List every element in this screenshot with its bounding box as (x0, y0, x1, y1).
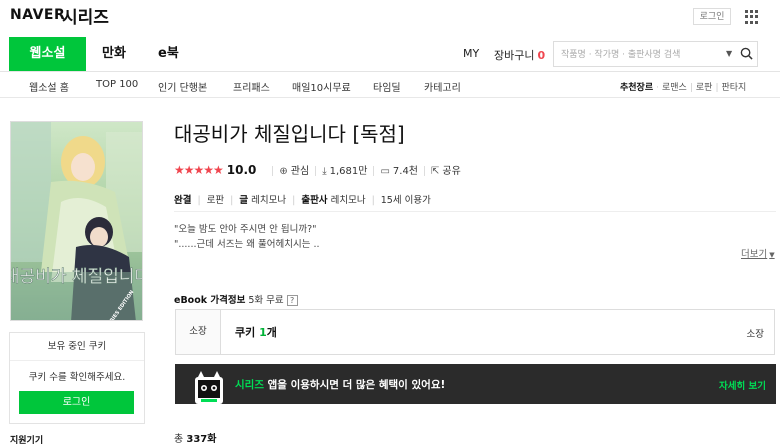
synopsis-line: "오늘 밤도 안아 주시면 안 됩니까?" (174, 224, 317, 235)
recommend-title: 추천장르 (620, 83, 654, 93)
free-episodes: 5화 무료 (248, 295, 284, 306)
synopsis-line: "......근데 서즈는 왜 풀어헤치시는 .. (174, 239, 320, 250)
search-box: ▼ (553, 41, 758, 67)
supported-devices-label: 지원기기 (10, 436, 44, 446)
recommend-romance[interactable]: 로맨스 (662, 83, 687, 93)
top-bar: NAVER 시리즈 로그인 (0, 0, 780, 34)
search-input[interactable] (561, 47, 721, 63)
my-link[interactable]: MY (463, 47, 479, 60)
cover-title-text: 대공비가 체질입니다 (11, 267, 143, 288)
download-icon: ⤓ (322, 166, 327, 177)
cookie-login-button[interactable]: 로그인 (19, 391, 134, 414)
search-icon[interactable] (740, 47, 753, 60)
recommend-fantasy[interactable]: 판타지 (722, 83, 747, 93)
cookie-message: 쿠키 수를 확인해주세요. (28, 372, 126, 383)
rating-stars: ★★★★★ (174, 163, 224, 177)
publisher-label: 출판사 (301, 195, 328, 206)
price-row-label: 소장 (176, 310, 221, 354)
recommend-genres: 추천장르 · 로맨스 | 로판 | 판타지 (620, 83, 747, 93)
share-button[interactable]: ⇱ 공유 (431, 166, 461, 177)
recommend-rofan[interactable]: 로판 (696, 83, 713, 93)
owned-cookie-panel: 보유 중인 쿠키 쿠키 수를 확인해주세요. 로그인 (9, 332, 145, 424)
tab-ebook[interactable]: e북 (158, 37, 179, 71)
synopsis: "오늘 밤도 안아 주시면 안 됩니까?" "......근데 서즈는 왜 풀어… (174, 222, 320, 252)
chevron-down-icon: ▼ (769, 251, 775, 259)
subnav-item-daily-free[interactable]: 매일10시무료 (292, 79, 351, 94)
book-info-row: 완결 | 로판 | 글 레치모나 | 출판사 레치모나 | 15세 이용가 (174, 195, 431, 206)
subnav-item-freepass[interactable]: 프리패스 (233, 79, 270, 94)
tab-web-novel[interactable]: 웹소설 (9, 37, 86, 71)
price-value: 쿠키 1개 (235, 326, 277, 339)
cart-link[interactable]: 장바구니 0 (494, 47, 545, 63)
author-label: 글 (239, 195, 249, 206)
interest-button[interactable]: ⊕ 관심 (279, 166, 309, 177)
comment-count[interactable]: ▭ 7.4천 (380, 166, 418, 177)
ebook-price-label: eBook 가격정보 (174, 295, 246, 306)
subnav-item-top100[interactable]: TOP 100 (96, 79, 138, 90)
ebook-price-info: eBook 가격정보 5화 무료? (174, 292, 298, 306)
comment-icon: ▭ (380, 166, 390, 177)
subnav-item-timedeal[interactable]: 타임딜 (373, 79, 401, 94)
book-title: 대공비가 체질입니다 [독점] (174, 122, 405, 146)
series-logo[interactable]: 시리즈 (62, 3, 109, 28)
more-button[interactable]: 더보기 ▼ (741, 246, 775, 260)
subnav-item-home[interactable]: 웹소설 홈 (29, 79, 69, 94)
rating-score: 10.0 (226, 163, 257, 177)
total-episodes: 총 337화 (174, 434, 217, 445)
info-divider (174, 211, 776, 212)
help-icon[interactable]: ? (286, 295, 298, 306)
subnav-item-popular[interactable]: 인기 단행본 (158, 79, 207, 94)
main-nav: 웹소설 만화 e북 MY 장바구니0 ▼ (0, 37, 780, 72)
naver-logo[interactable]: NAVER (10, 7, 65, 23)
tab-comics[interactable]: 만화 (102, 37, 126, 71)
publisher-link[interactable]: 레치모나 (331, 195, 366, 206)
price-option[interactable]: 소장 쿠키 1개 소장 (175, 309, 775, 355)
grid-apps-icon[interactable] (745, 10, 759, 24)
cookie-title: 보유 중인 쿠키 (10, 333, 144, 361)
cart-label: 장바구니 (494, 49, 535, 62)
book-meta-row: ★★★★★ 10.0 ⊕ 관심 ⤓ 1,681만 ▭ 7.4천 ⇱ 공유 (174, 162, 461, 178)
search-dropdown-caret-icon[interactable]: ▼ (726, 49, 732, 58)
author-link[interactable]: 레치모나 (251, 195, 286, 206)
banner-message: 시리즈 앱을 이용하시면 더 많은 혜택이 있어요! (235, 379, 446, 391)
cart-count: 0 (537, 49, 546, 62)
series-mascot-icon (195, 371, 223, 404)
plus-circle-icon: ⊕ (279, 166, 288, 177)
banner-details-link[interactable]: 자세히 보기 (719, 378, 766, 392)
status-label: 완결 (174, 195, 192, 206)
genre-link[interactable]: 로판 (207, 195, 224, 206)
subnav-item-category[interactable]: 카테고리 (424, 79, 461, 94)
sub-nav: 웹소설 홈 TOP 100 인기 단행본 프리패스 매일10시무료 타임딜 카테… (0, 72, 780, 98)
header-login-button[interactable]: 로그인 (693, 8, 731, 25)
svg-text:대공비가 체질입니다: 대공비가 체질입니다 (11, 267, 143, 287)
share-icon: ⇱ (431, 166, 440, 177)
price-own-label: 소장 (746, 329, 764, 340)
book-cover[interactable]: 대공비가 체질입니다 SERIES EDITION (10, 121, 143, 321)
app-promo-banner[interactable]: 시리즈 앱을 이용하시면 더 많은 혜택이 있어요! 자세히 보기 (175, 364, 776, 404)
download-count: ⤓ 1,681만 (322, 166, 368, 177)
age-rating: 15세 이용가 (380, 195, 431, 206)
